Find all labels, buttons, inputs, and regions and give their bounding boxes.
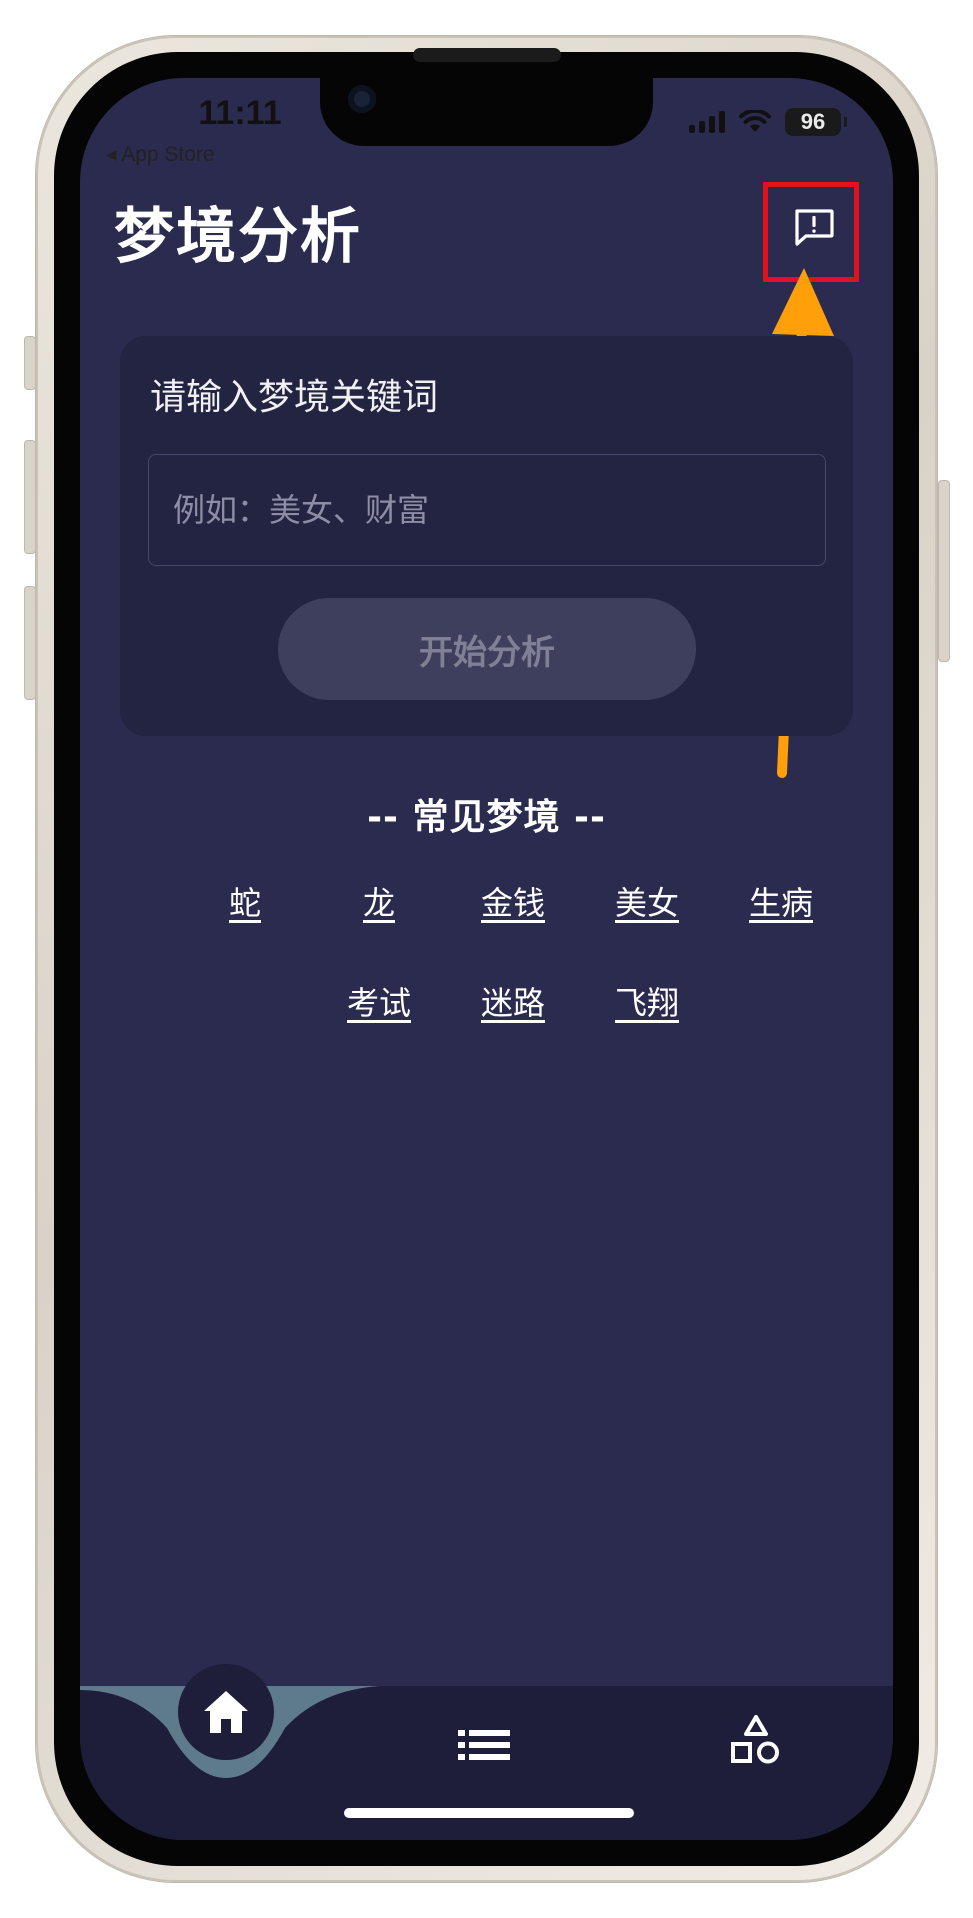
dream-item-exam[interactable]: 考试 xyxy=(312,978,446,1024)
cellular-signal-icon xyxy=(689,111,725,133)
tab-shapes[interactable] xyxy=(730,1714,782,1770)
start-analysis-button[interactable]: 开始分析 xyxy=(278,598,696,700)
shapes-icon xyxy=(731,1715,779,1764)
wifi-icon xyxy=(739,110,771,132)
home-indicator xyxy=(344,1808,634,1818)
dream-item-flying[interactable]: 飞翔 xyxy=(580,978,714,1024)
feedback-button[interactable] xyxy=(780,193,848,261)
dream-item-lost[interactable]: 迷路 xyxy=(446,978,580,1024)
speaker-grille xyxy=(413,48,561,62)
tab-home[interactable] xyxy=(178,1664,274,1760)
dream-item-snake[interactable]: 蛇 xyxy=(178,878,312,924)
dream-item-beauty[interactable]: 美女 xyxy=(580,878,714,924)
list-icon xyxy=(458,1730,510,1760)
front-camera xyxy=(348,85,376,113)
side-button-power xyxy=(938,480,950,662)
back-to-app-store[interactable]: ◂ App Store xyxy=(106,142,215,167)
app-screen: 11:11 ◂ App Store 96 梦境分析 请输入梦境关键词 开始分析 … xyxy=(80,78,893,1840)
common-dreams-title: -- 常见梦境 -- xyxy=(367,797,606,838)
search-card: 请输入梦境关键词 开始分析 xyxy=(120,336,853,736)
keyword-label: 请输入梦境关键词 xyxy=(150,377,439,418)
status-time: 11:11 xyxy=(198,94,282,132)
dream-item-dragon[interactable]: 龙 xyxy=(312,878,446,924)
dream-item-illness[interactable]: 生病 xyxy=(714,878,848,924)
home-icon xyxy=(204,1691,248,1733)
side-button-volume-up xyxy=(24,440,36,554)
status-icons: 96 xyxy=(689,108,847,136)
side-button-volume-down xyxy=(24,586,36,700)
dream-item-money[interactable]: 金钱 xyxy=(446,878,580,924)
feedback-message-icon xyxy=(795,209,834,246)
battery-indicator: 96 xyxy=(785,108,847,136)
side-button-silent xyxy=(24,336,36,390)
tab-list[interactable] xyxy=(458,1728,510,1766)
keyword-input[interactable] xyxy=(148,454,826,566)
page-title: 梦境分析 xyxy=(114,202,362,272)
